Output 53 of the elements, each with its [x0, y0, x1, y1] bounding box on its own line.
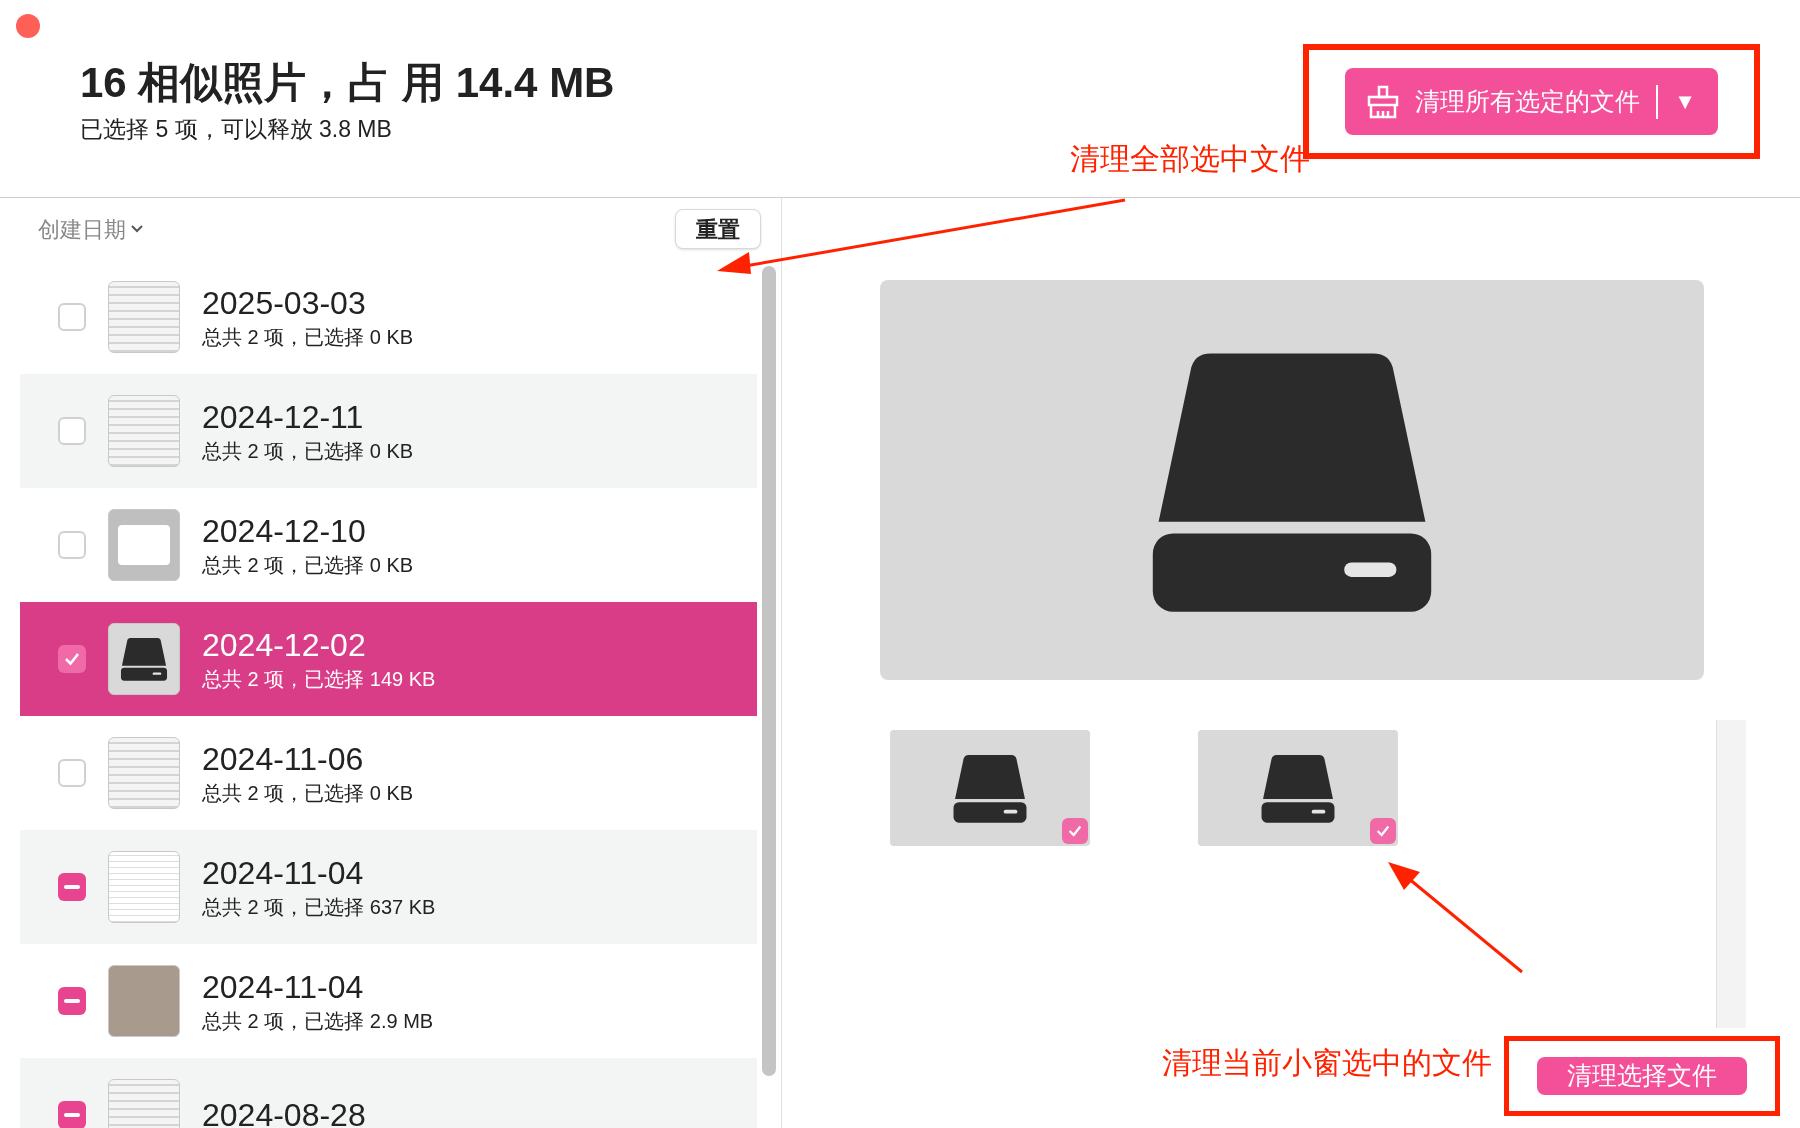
checkmark-icon	[1375, 823, 1391, 839]
photo-thumbnail[interactable]	[890, 730, 1090, 846]
date-group-row[interactable]: 2024-11-04 总共 2 项，已选择 637 KB	[20, 830, 757, 944]
annotation-text: 清理当前小窗选中的文件	[1162, 1045, 1492, 1081]
date-group-row[interactable]: 2024-12-02 总共 2 项，已选择 149 KB	[20, 602, 757, 716]
group-date: 2024-12-10	[202, 515, 367, 547]
checkbox[interactable]	[58, 645, 86, 673]
broom-icon	[1367, 84, 1400, 119]
group-summary: 总共 2 项，已选择 0 KB	[202, 555, 414, 575]
group-date: 2025-03-03	[202, 287, 367, 319]
group-summary: 总共 2 项，已选择 0 KB	[202, 327, 414, 347]
scrollbar-thumb[interactable]	[762, 266, 776, 1076]
group-date: 2024-11-04	[202, 971, 365, 1003]
dash-icon	[64, 885, 80, 889]
group-date: 2024-12-11	[202, 401, 365, 433]
dash-icon	[64, 1113, 80, 1117]
checkbox[interactable]	[58, 531, 86, 559]
checkbox[interactable]	[58, 759, 86, 787]
photo-placeholder	[108, 965, 180, 1037]
group-summary: 总共 2 项，已选择 2.9 MB	[202, 1011, 434, 1031]
checkbox[interactable]	[1370, 818, 1396, 844]
sort-dropdown[interactable]: 创建日期	[38, 212, 144, 246]
photo-thumbnail[interactable]	[1198, 730, 1398, 846]
close-window-icon[interactable]	[16, 14, 40, 38]
group-date: 2024-11-06	[202, 743, 365, 775]
group-summary: 总共 2 项，已选择 0 KB	[202, 441, 414, 461]
checkbox[interactable]	[1062, 818, 1088, 844]
group-summary: 总共 2 项，已选择 149 KB	[202, 669, 436, 689]
dash-icon	[64, 999, 80, 1003]
checkbox[interactable]	[58, 987, 86, 1015]
document-thumbnail	[108, 281, 180, 353]
document-thumbnail	[108, 395, 180, 467]
document-thumbnail	[108, 737, 180, 809]
checkbox[interactable]	[58, 1101, 86, 1128]
group-date: 2024-11-04	[202, 857, 365, 889]
group-date: 2024-08-28	[202, 1099, 366, 1128]
checkmark-icon	[1067, 823, 1083, 839]
drive-icon	[120, 636, 168, 682]
date-group-row[interactable]: 2024-12-11 总共 2 项，已选择 0 KB	[20, 374, 757, 488]
reset-button[interactable]: 重置	[675, 209, 761, 249]
selection-summary: 已选择 5 项，可以释放 3.8 MB	[80, 118, 393, 141]
checkbox[interactable]	[58, 417, 86, 445]
group-summary: 总共 2 项，已选择 637 KB	[202, 897, 436, 917]
menu-thumbnail	[108, 509, 180, 581]
page-title: 16 相似照片，占 用 14.4 MB	[80, 62, 615, 104]
checkbox[interactable]	[58, 873, 86, 901]
date-group-row[interactable]: 2024-08-28	[20, 1058, 757, 1128]
checkbox[interactable]	[58, 303, 86, 331]
chevron-down-icon	[130, 224, 144, 234]
group-summary: 总共 2 项，已选择 0 KB	[202, 783, 414, 803]
spreadsheet-thumbnail	[108, 851, 180, 923]
annotation-text: 清理全部选中文件	[1070, 141, 1310, 177]
group-date: 2024-12-02	[202, 629, 367, 661]
